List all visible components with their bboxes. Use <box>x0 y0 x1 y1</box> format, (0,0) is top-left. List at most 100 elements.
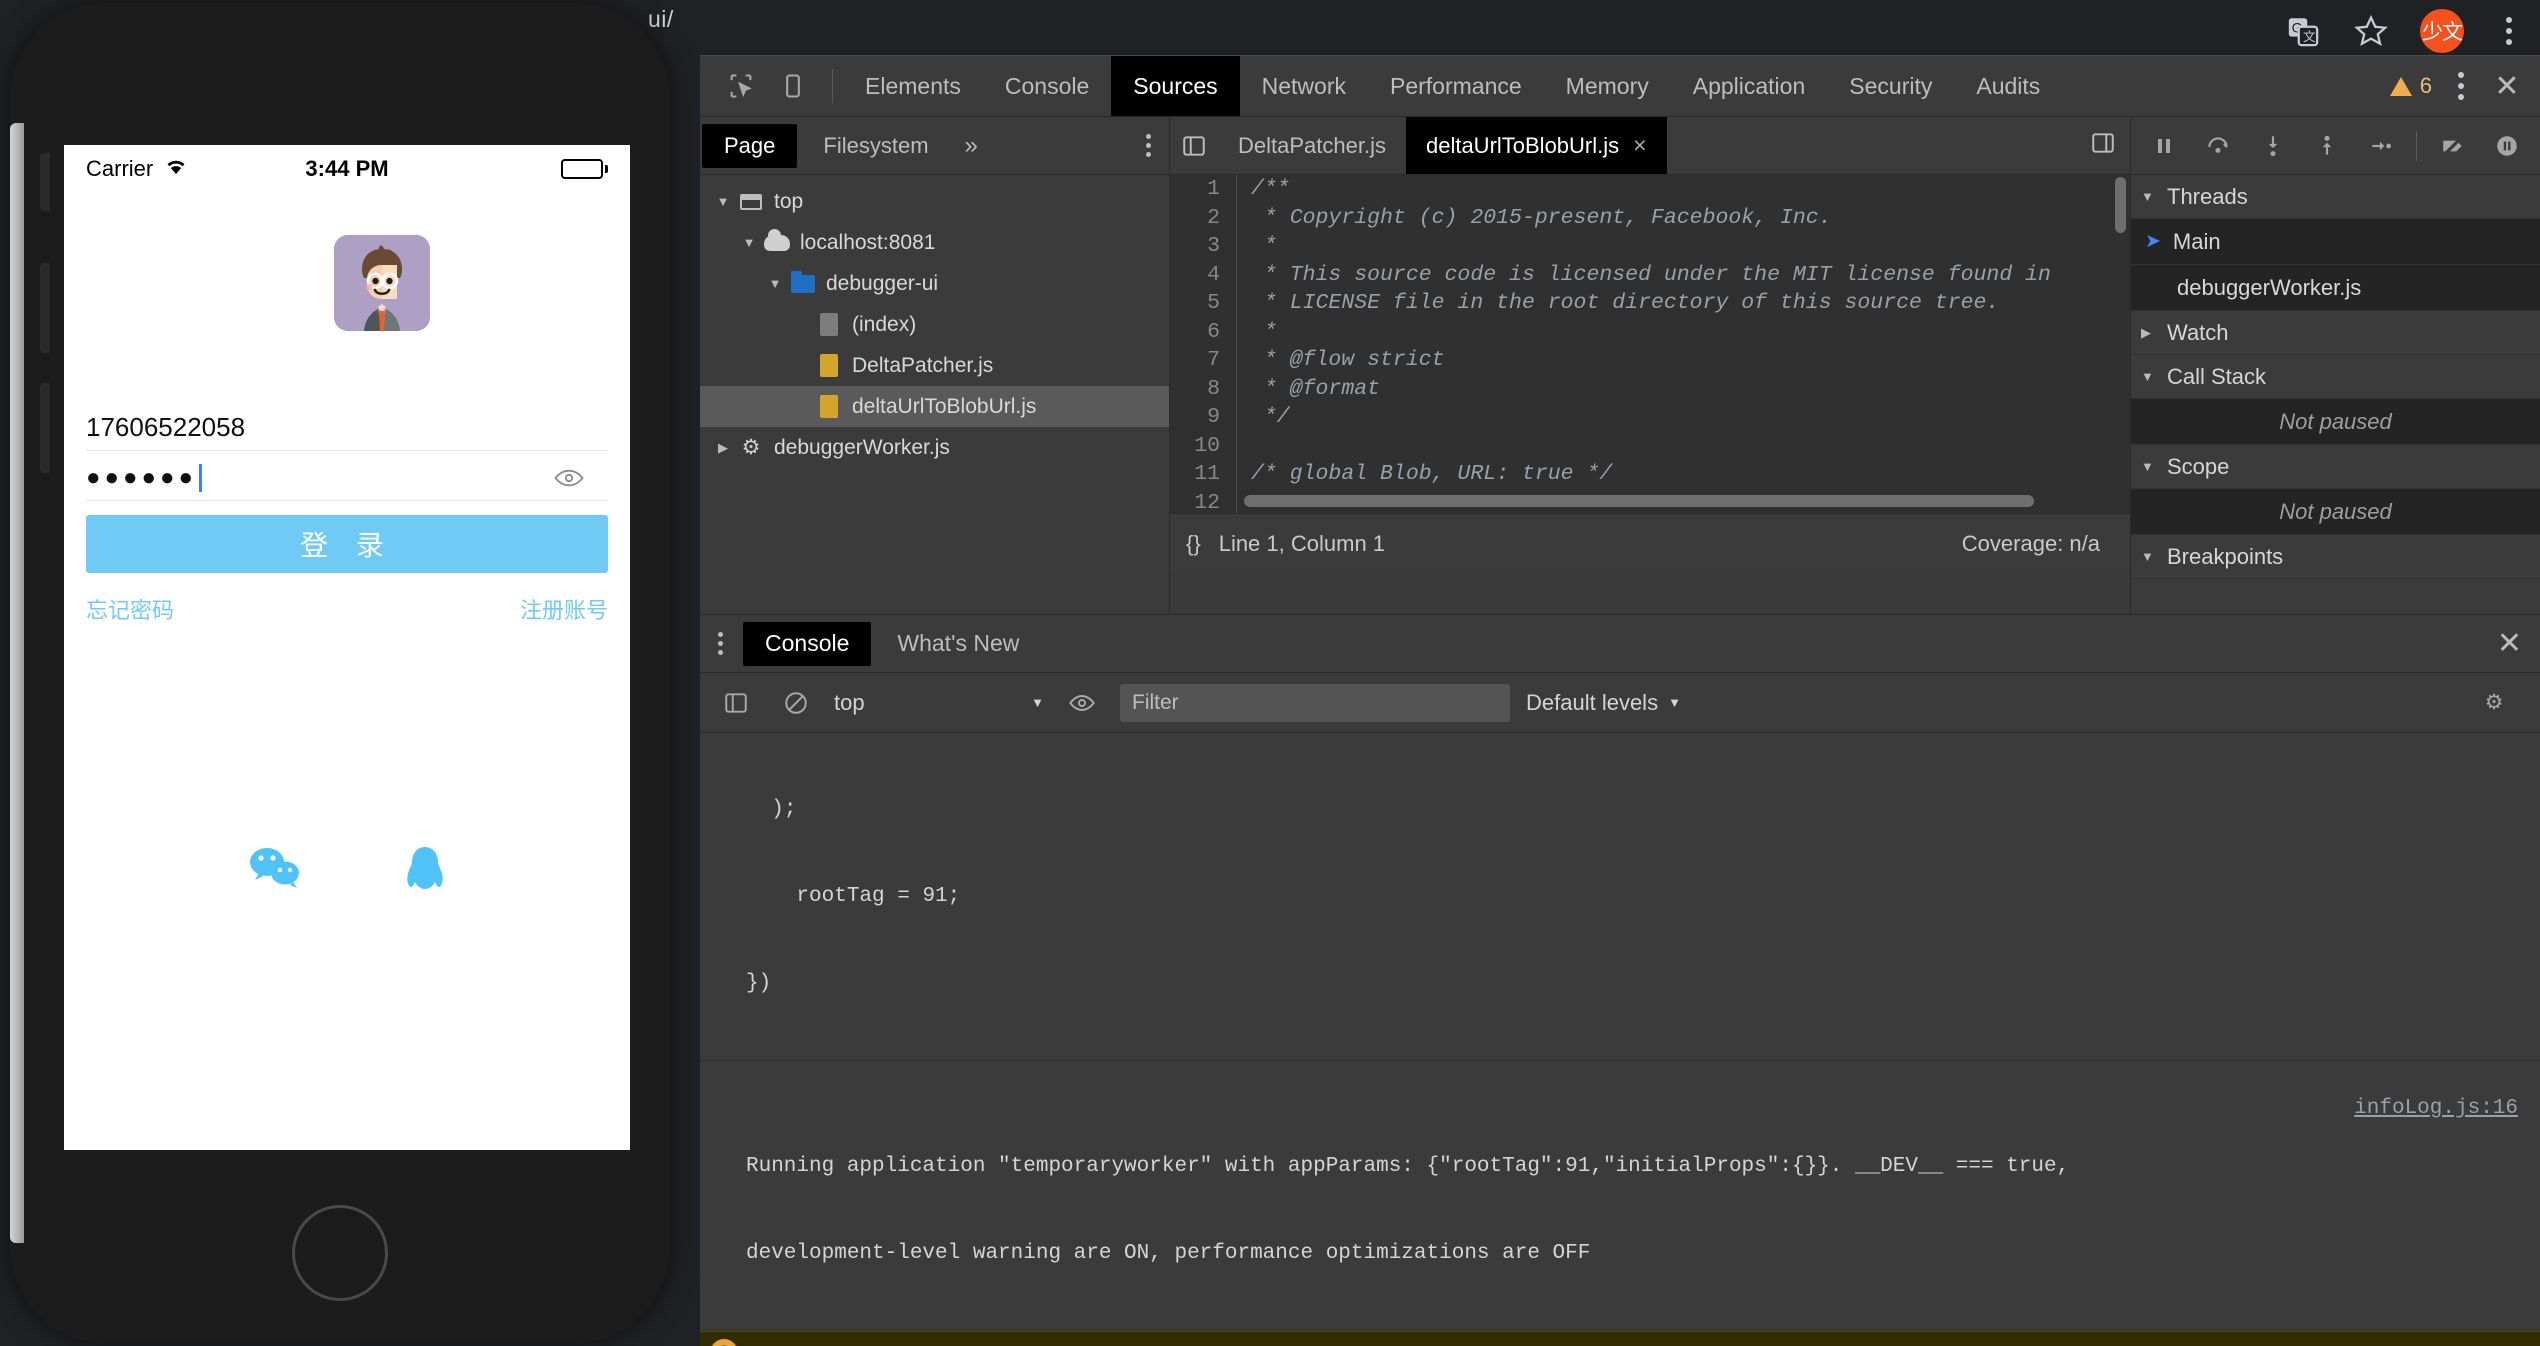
sources-area: Page Filesystem » top localhost:8081 <box>700 117 2540 615</box>
twisty-icon[interactable] <box>710 440 736 456</box>
clear-console-icon[interactable] <box>774 681 818 725</box>
device-toolbar-icon[interactable] <box>770 63 816 109</box>
console-levels-select[interactable]: Default levels ▼ <box>1526 690 1681 716</box>
pretty-print-icon[interactable]: {} <box>1186 531 1201 557</box>
drawer-close-icon[interactable]: ✕ <box>2497 626 2540 661</box>
deactivate-breakpoints-icon[interactable] <box>2427 123 2477 169</box>
navigator-tabbar: Page Filesystem » <box>700 117 1169 175</box>
settings-gear-icon[interactable]: ⚙ <box>2472 681 2516 725</box>
section-threads[interactable]: ▼ Threads <box>2131 175 2540 219</box>
bookmark-star-icon[interactable] <box>2352 12 2390 50</box>
code-line: 4 * This source code is licensed under t… <box>1170 260 2130 289</box>
register-link[interactable]: 注册账号 <box>520 593 608 625</box>
volume-up-button[interactable] <box>40 263 50 353</box>
step-out-icon[interactable] <box>2302 123 2352 169</box>
editor-horizontal-scrollbar[interactable] <box>1244 495 2034 507</box>
console-sidebar-icon[interactable] <box>714 681 758 725</box>
avatar[interactable] <box>334 235 430 331</box>
chrome-menu-icon[interactable] <box>2494 17 2524 45</box>
forgot-password-link[interactable]: 忘记密码 <box>86 593 174 625</box>
phone-input[interactable]: 17606522058 <box>86 405 608 451</box>
cloud-icon <box>762 228 792 256</box>
tab-elements[interactable]: Elements <box>843 56 983 116</box>
pause-on-exceptions-icon[interactable] <box>2482 123 2532 169</box>
section-call-stack[interactable]: ▼ Call Stack <box>2131 355 2540 399</box>
tab-sources[interactable]: Sources <box>1111 56 1240 116</box>
drawer-menu-icon[interactable] <box>700 632 741 655</box>
translate-icon[interactable]: G 文 <box>2284 12 2322 50</box>
twisty-icon[interactable] <box>710 194 736 209</box>
twisty-icon[interactable] <box>762 276 788 291</box>
code-line: 3 * <box>1170 232 2130 261</box>
close-icon[interactable]: × <box>1633 132 1646 159</box>
tree-item-deltaurltobloburl[interactable]: deltaUrlToBlobUrl.js <box>700 386 1169 427</box>
devtools-close-icon[interactable]: ✕ <box>2490 69 2524 104</box>
step-over-icon[interactable] <box>2193 123 2243 169</box>
profile-avatar[interactable]: 少文 <box>2420 9 2464 53</box>
login-button[interactable]: 登 录 <box>86 515 608 573</box>
tree-item-top[interactable]: top <box>700 181 1169 222</box>
pause-resume-icon[interactable] <box>2139 123 2189 169</box>
show-password-icon[interactable] <box>554 467 584 494</box>
line-number: 5 <box>1207 291 1220 315</box>
tab-application[interactable]: Application <box>1671 56 1828 116</box>
section-scope[interactable]: ▼ Scope <box>2131 445 2540 489</box>
step-into-icon[interactable] <box>2248 123 2298 169</box>
drawer-tab-whats-new[interactable]: What's New <box>875 622 1041 666</box>
tab-performance[interactable]: Performance <box>1368 56 1544 116</box>
nav-tab-filesystem[interactable]: Filesystem <box>801 124 950 168</box>
step-icon[interactable] <box>2356 123 2406 169</box>
drawer-tab-console[interactable]: Console <box>743 621 872 666</box>
navigator-menu-icon[interactable] <box>1146 134 1169 157</box>
twisty-icon[interactable] <box>736 235 762 250</box>
volume-down-button[interactable] <box>40 383 50 473</box>
password-input-value: ●●●●●● <box>86 463 197 491</box>
line-text: * This source code is licensed under the… <box>1251 262 2051 287</box>
source-editor: DeltaPatcher.js deltaUrlToBlobUrl.js × 1… <box>1170 117 2130 614</box>
devtools-inspect-tools <box>700 63 843 109</box>
tab-network[interactable]: Network <box>1240 56 1368 116</box>
devtools-menu-icon[interactable] <box>2446 72 2476 100</box>
console-context-select[interactable]: top ▼ <box>834 690 1044 716</box>
password-input[interactable]: ●●●●●● <box>86 455 608 501</box>
eye-icon[interactable] <box>1060 681 1104 725</box>
inspect-element-icon[interactable] <box>718 63 764 109</box>
tab-audits[interactable]: Audits <box>1954 56 2062 116</box>
tree-label: deltaUrlToBlobUrl.js <box>852 394 1037 418</box>
qq-icon[interactable] <box>403 845 447 900</box>
section-breakpoints[interactable]: ▼ Breakpoints <box>2131 535 2540 579</box>
section-watch[interactable]: ▶ Watch <box>2131 311 2540 355</box>
home-button[interactable] <box>292 1205 388 1301</box>
editor-tab-deltaurltobloburl[interactable]: deltaUrlToBlobUrl.js × <box>1405 117 1667 174</box>
section-title: Watch <box>2167 319 2229 345</box>
nav-tab-page[interactable]: Page <box>702 123 798 168</box>
tab-memory[interactable]: Memory <box>1544 56 1671 116</box>
levels-value: Default levels <box>1526 689 1659 715</box>
silent-switch[interactable] <box>40 153 50 211</box>
tree-item-debuggerworker[interactable]: ⚙ debuggerWorker.js <box>700 427 1169 468</box>
code-line: 6 * <box>1170 317 2130 346</box>
code-viewer[interactable]: 1 /** 2 * Copyright (c) 2015-present, Fac… <box>1170 175 2130 513</box>
line-number: 4 <box>1207 262 1220 287</box>
console-filter-input[interactable]: Filter <box>1120 683 1510 722</box>
show-debugger-icon[interactable] <box>2090 130 2130 162</box>
warning-count-badge[interactable]: 6 <box>2389 73 2432 99</box>
thread-item-debuggerworker[interactable]: debuggerWorker.js <box>2131 265 2540 311</box>
tab-security[interactable]: Security <box>1827 56 1954 116</box>
tree-item-localhost[interactable]: localhost:8081 <box>700 222 1169 263</box>
message-source-link[interactable]: infoLog.js:16 <box>2354 1094 2540 1123</box>
tree-item-deltapatcher[interactable]: DeltaPatcher.js <box>700 345 1169 386</box>
tree-item-debugger-ui[interactable]: debugger-ui <box>700 263 1169 304</box>
console-messages[interactable]: ); rootTag = 91; }) infoLog.js:16 Runnin… <box>700 733 2540 1346</box>
tree-item-index[interactable]: (index) <box>700 304 1169 345</box>
console-drawer: Console What's New ✕ top ▼ Filter Defaul… <box>700 615 2540 1346</box>
editor-vertical-scrollbar[interactable] <box>2115 177 2126 233</box>
editor-tab-deltapatcher[interactable]: DeltaPatcher.js <box>1218 117 1406 174</box>
thread-item-main[interactable]: ➤ Main <box>2131 219 2540 265</box>
ios-status-bar: Carrier 3:44 PM <box>64 145 630 193</box>
show-navigator-icon[interactable] <box>1170 117 1218 174</box>
tab-console[interactable]: Console <box>983 56 1111 116</box>
wechat-icon[interactable] <box>247 845 303 900</box>
nav-more-icon[interactable]: » <box>953 132 990 160</box>
warning-count-value: 6 <box>2419 73 2432 98</box>
